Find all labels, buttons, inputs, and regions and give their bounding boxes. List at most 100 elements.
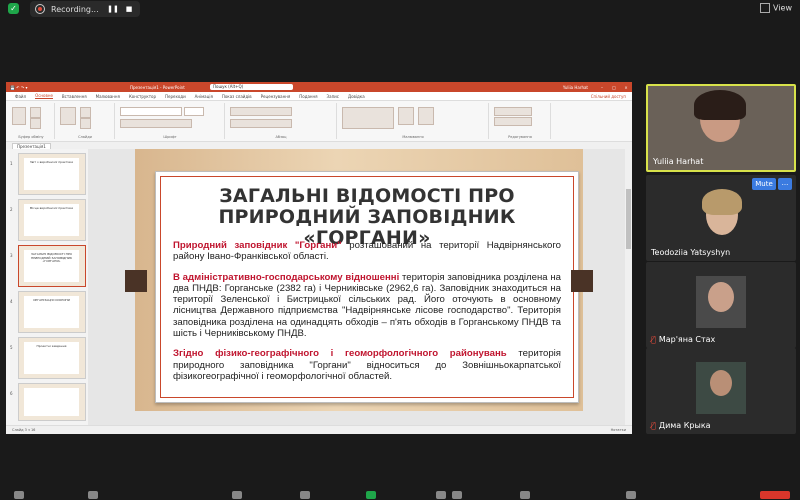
slide-body-text[interactable]: Природний заповідник "Горгани" розташова… <box>173 240 561 391</box>
leave-button[interactable] <box>760 491 790 499</box>
maximize-icon[interactable]: □ <box>608 85 620 90</box>
chat-icon[interactable] <box>300 491 310 499</box>
shapes-gallery[interactable] <box>342 107 394 129</box>
align-buttons[interactable] <box>230 119 292 128</box>
ribbon-group-drawing: Малювання <box>338 103 489 139</box>
photo-face <box>708 282 734 312</box>
participants-icon[interactable] <box>232 491 242 499</box>
font-format-buttons[interactable] <box>120 119 192 128</box>
share-screen-icon[interactable] <box>366 491 376 499</box>
thumbnail-content: ОРГАНІЗАЦІЯ ОХОРОНИ <box>24 296 79 328</box>
close-icon[interactable]: × <box>620 85 632 90</box>
participant-profile-photo <box>696 276 746 328</box>
paragraph-1: Природний заповідник "Горгани" розташова… <box>173 240 561 263</box>
share-button[interactable]: Спільний доступ <box>591 94 626 99</box>
slide-thumbnails-pane: 1 Звіт з виробничої практики 2 Місце вир… <box>6 149 89 426</box>
mute-icon[interactable] <box>14 491 24 499</box>
participant-name: Мар'яна Стах <box>658 335 716 344</box>
tab-home[interactable]: Основне <box>35 93 53 99</box>
slide-number: 1 <box>10 161 13 166</box>
layout-icon[interactable] <box>80 107 91 118</box>
quick-styles-icon[interactable] <box>418 107 434 125</box>
tab-draw[interactable]: Малювання <box>96 94 120 99</box>
slide-thumbnail-3[interactable]: ЗАГАЛЬНІ ВІДОМОСТІ ПРО ПРИРОДНИЙ ЗАПОВІД… <box>18 245 86 287</box>
new-slide-icon[interactable] <box>60 107 76 125</box>
participant-hair <box>702 189 742 215</box>
tab-view[interactable]: Подання <box>299 94 317 99</box>
ppt-status-bar: Слайд 3 з 16 Нотатки <box>6 425 632 434</box>
participant-tile[interactable]: 🎙̸ Мар'яна Стах <box>646 262 796 348</box>
thumbnail-text: Звіт з виробничої практики <box>29 160 74 164</box>
slide-thumbnail-1[interactable]: Звіт з виробничої практики <box>18 153 86 195</box>
tab-transitions[interactable]: Переходи <box>165 94 186 99</box>
security-shield-icon[interactable]: ✓ <box>8 3 19 14</box>
slide-thumbnail-4[interactable]: ОРГАНІЗАЦІЯ ОХОРОНИ <box>18 291 86 333</box>
user-name: Yuliia Harhat <box>562 84 588 90</box>
current-slide[interactable]: ЗАГАЛЬНІ ВІДОМОСТІ ПРО ПРИРОДНИЙ ЗАПОВІД… <box>125 149 593 411</box>
more-icon[interactable] <box>626 491 636 499</box>
thumbnail-text: ЗАГАЛЬНІ ВІДОМОСТІ ПРО ПРИРОДНИЙ ЗАПОВІД… <box>30 252 73 264</box>
paste-icon[interactable] <box>12 107 26 125</box>
copy-icon[interactable] <box>30 118 41 129</box>
font-size-select[interactable] <box>184 107 204 116</box>
reactions-icon[interactable] <box>452 491 462 499</box>
recording-label: Recording... <box>51 4 99 14</box>
tab-design[interactable]: Конструктор <box>129 94 156 99</box>
ribbon-group-editing: Редагування <box>490 103 551 139</box>
ribbon-group-label: Малювання <box>402 135 424 139</box>
view-button[interactable]: View <box>760 3 792 13</box>
stop-recording-button[interactable]: ■ <box>123 3 135 15</box>
minimize-icon[interactable]: – <box>596 85 608 90</box>
reset-icon[interactable] <box>80 118 91 129</box>
tab-help[interactable]: Довідка <box>348 94 365 99</box>
ribbon-group-label: Абзац <box>275 135 287 139</box>
record-icon[interactable] <box>436 491 446 499</box>
more-options-button[interactable]: ... <box>778 178 792 190</box>
tab-animations[interactable]: Анімація <box>195 94 213 99</box>
mute-participant-button[interactable]: Mute <box>752 178 776 190</box>
quick-access-toolbar[interactable]: 💾 ↶ ↷ ▾ <box>10 85 70 90</box>
tab-slideshow[interactable]: Показ слайдів <box>222 94 252 99</box>
tab-review[interactable]: Рецензування <box>261 94 291 99</box>
find-button[interactable] <box>494 107 532 116</box>
grid-icon <box>760 3 771 13</box>
ribbon-tabs: Файл Основне Вставлення Малювання Констр… <box>6 92 632 101</box>
participant-tile-active-speaker[interactable]: Yuliia Harhat <box>646 84 796 172</box>
ribbon-group-slides: Слайди <box>56 103 115 139</box>
font-name-select[interactable] <box>120 107 182 116</box>
vertical-scrollbar[interactable] <box>625 149 632 426</box>
arrange-icon[interactable] <box>398 107 414 125</box>
paragraph-2-highlight: В адміністративно-господарському відноше… <box>173 271 400 283</box>
participant-profile-photo <box>696 362 746 414</box>
search-box[interactable]: Пошук (Alt+Q) <box>210 84 293 90</box>
window-title: Презентація1 - PowerPoint <box>130 84 185 90</box>
slide-number: 6 <box>10 391 13 396</box>
pause-recording-button[interactable]: ❚❚ <box>107 3 119 15</box>
ribbon-group-label: Шрифт <box>163 135 177 139</box>
paragraph-2: В адміністративно-господарському відноше… <box>173 272 561 340</box>
thumbnail-content: ЗАГАЛЬНІ ВІДОМОСТІ ПРО ПРИРОДНИЙ ЗАПОВІД… <box>24 250 79 282</box>
ribbon-group-clipboard: Буфер обміну <box>8 103 55 139</box>
participant-name: Teodoziia Yatsyshyn <box>651 248 731 257</box>
slide-thumbnail-6[interactable] <box>18 383 86 421</box>
tab-insert[interactable]: Вставлення <box>62 94 87 99</box>
replace-button[interactable] <box>494 117 532 126</box>
apps-icon[interactable] <box>520 491 530 499</box>
slide-decor-left <box>125 270 147 292</box>
list-buttons[interactable] <box>230 107 292 116</box>
slide-counter: Слайд 3 з 16 <box>12 428 36 432</box>
tab-file[interactable]: Файл <box>15 94 26 99</box>
slide-editing-area: ЗАГАЛЬНІ ВІДОМОСТІ ПРО ПРИРОДНИЙ ЗАПОВІД… <box>88 149 625 426</box>
participant-tile[interactable]: 🎙̸ Дима Крыка <box>646 348 796 434</box>
participant-name: Yuliia Harhat <box>653 157 704 166</box>
participant-name: Дима Крыка <box>658 421 711 430</box>
notes-button[interactable]: Нотатки <box>611 428 626 432</box>
thumbnail-content: Місце виробничої практики <box>24 204 79 236</box>
tab-record[interactable]: Запис <box>327 94 339 99</box>
slide-thumbnail-2[interactable]: Місце виробничої практики <box>18 199 86 241</box>
video-icon[interactable] <box>88 491 98 499</box>
slide-thumbnail-5[interactable]: Проектні завдання <box>18 337 86 379</box>
ribbon: Буфер обміну Слайди Шрифт Абзац Малюванн… <box>6 101 632 142</box>
paragraph-3-highlight: Згідно фізико-географічного і геоморфоло… <box>173 348 507 360</box>
cut-icon[interactable] <box>30 107 41 118</box>
